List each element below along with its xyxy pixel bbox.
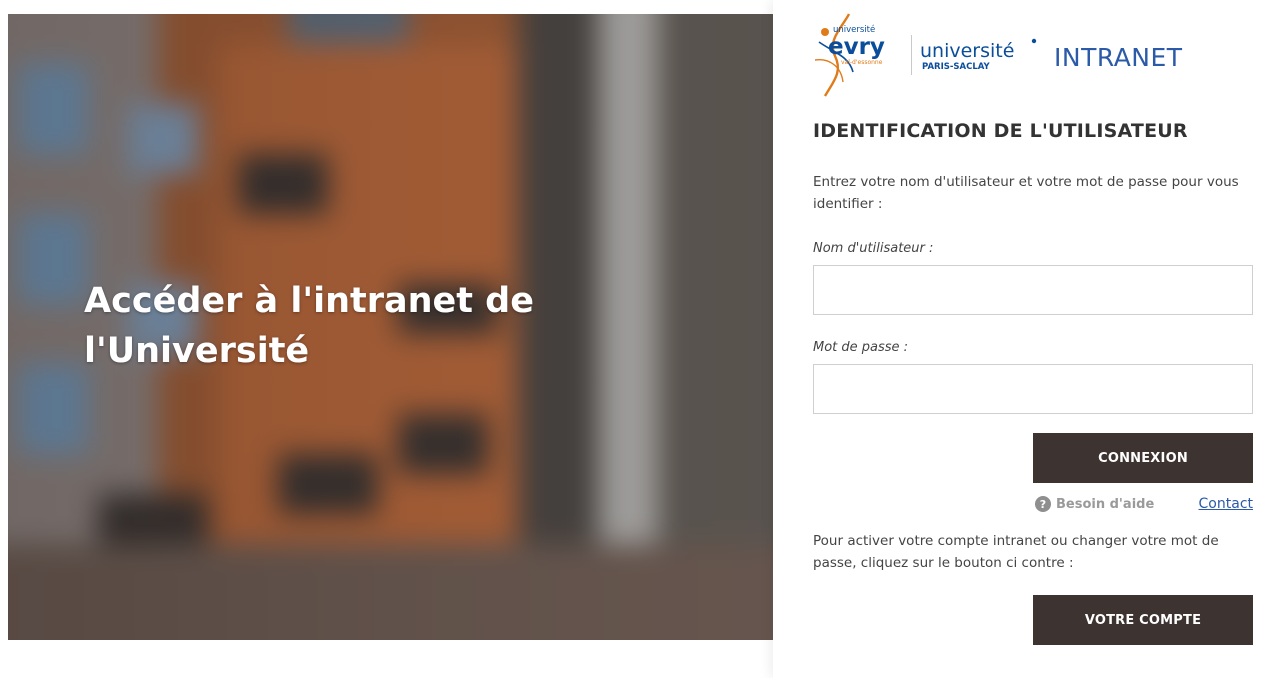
panel-header: université evry val-d'essonne université… — [813, 12, 1183, 98]
ups-logo-bottom-text: PARIS-SACLAY — [922, 62, 991, 72]
connexion-button[interactable]: CONNEXION — [1033, 433, 1253, 483]
universite-paris-saclay-logo: université PARIS-SACLAY — [918, 25, 1040, 85]
password-label: Mot de passe : — [813, 340, 909, 355]
evry-logo-graphic: université evry val-d'essonne — [814, 13, 885, 97]
username-input[interactable] — [813, 265, 1253, 315]
login-page: Accéder à l'intranet de l'Université uni… — [0, 0, 1284, 678]
hero-image: Accéder à l'intranet de l'Université — [8, 14, 773, 640]
hero-title: Accéder à l'intranet de l'Université — [84, 281, 534, 371]
account-instructions: Pour activer votre compte intranet ou ch… — [813, 533, 1219, 571]
votre-compte-button[interactable]: VOTRE COMPTE — [1033, 595, 1253, 645]
identification-title: IDENTIFICATION DE L'UTILISATEUR — [813, 120, 1188, 142]
paris-saclay-logo-graphic: université PARIS-SACLAY — [920, 38, 1037, 72]
login-instructions: Entrez votre nom d'utilisateur et votre … — [813, 174, 1239, 212]
username-label: Nom d'utilisateur : — [813, 241, 934, 256]
logo-divider — [911, 35, 912, 75]
evry-logo-bottom-text: val-d'essonne — [841, 59, 883, 66]
intranet-label: INTRANET — [1054, 42, 1183, 72]
help-label: Besoin d'aide — [1056, 496, 1155, 512]
question-circle-icon: ? — [1035, 496, 1051, 512]
ups-logo-top-text: université — [920, 40, 1014, 62]
universite-evry-logo: université evry val-d'essonne — [813, 12, 909, 98]
contact-link[interactable]: Contact — [1199, 496, 1253, 512]
help-row: ? Besoin d'aide Contact — [1035, 494, 1253, 514]
login-panel: université evry val-d'essonne université… — [773, 0, 1284, 678]
help-link[interactable]: ? Besoin d'aide — [1035, 496, 1154, 512]
evry-logo-wordmark: evry — [828, 34, 885, 60]
password-input[interactable] — [813, 364, 1253, 414]
